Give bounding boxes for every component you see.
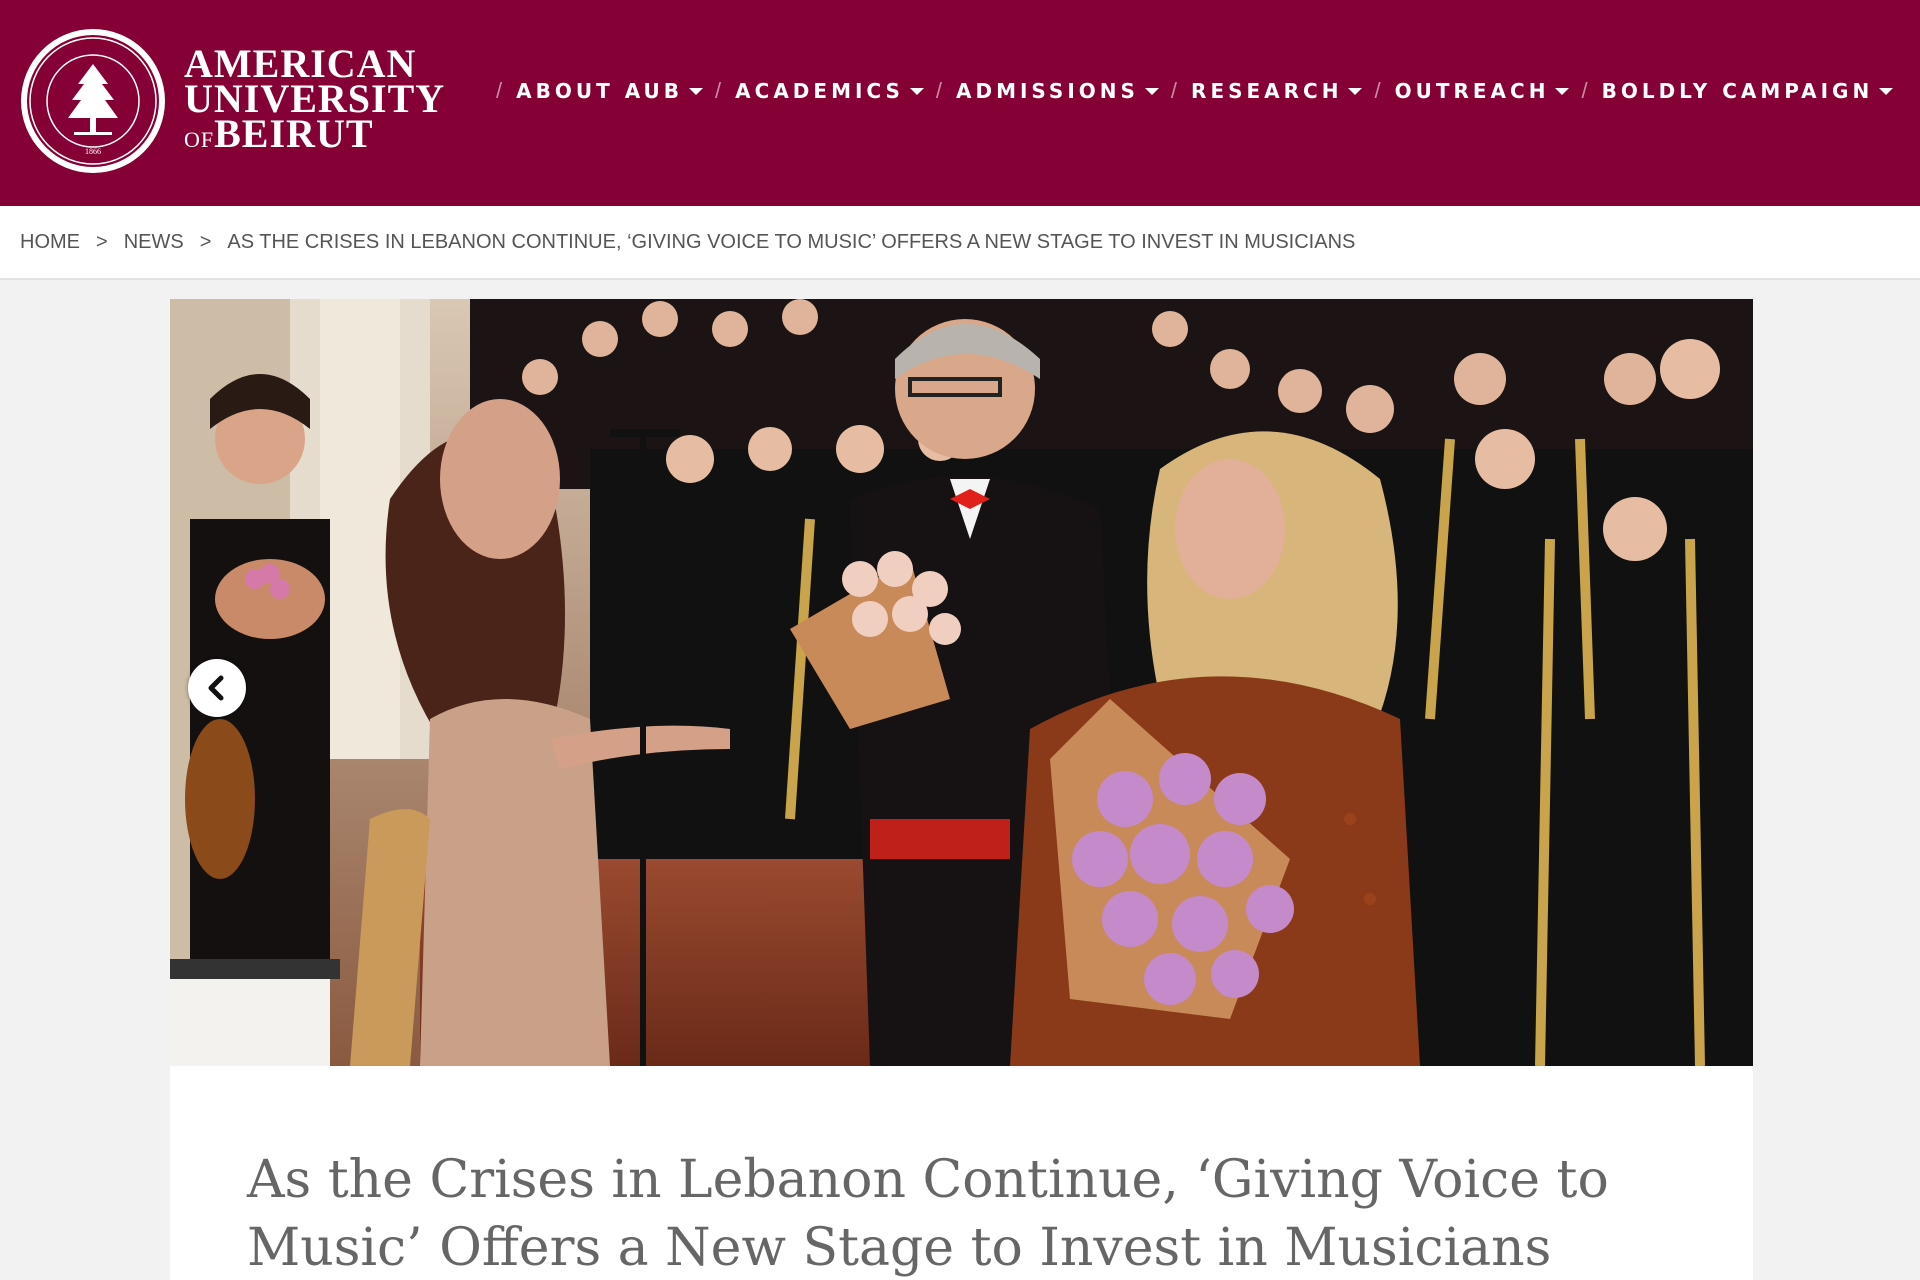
nav-item-boldly-campaign[interactable]: / BOLDLY CAMPAIGN (1577, 78, 1901, 104)
nav-divider: / (1581, 78, 1588, 103)
caret-down-icon (909, 87, 924, 95)
nav-label: ADMISSIONS (956, 79, 1139, 103)
caret-down-icon (1555, 87, 1570, 95)
nav-item-about[interactable]: / ABOUT AUB (492, 78, 711, 104)
caret-down-icon (1348, 87, 1363, 95)
breadcrumb-current: AS THE CRISES IN LEBANON CONTINUE, ‘GIVI… (227, 230, 1356, 253)
nav-divider: / (1170, 78, 1178, 103)
nav-label: ACADEMICS (735, 79, 904, 103)
site-header: 1866 AMERICAN UNIVERSITY OFBEIRUT / ABOU… (0, 0, 1920, 206)
nav-item-academics[interactable]: / ACADEMICS (711, 78, 932, 104)
nav-divider: / (715, 78, 722, 103)
aub-logo[interactable]: 1866 AMERICAN UNIVERSITY OFBEIRUT (18, 26, 445, 176)
nav-label: OUTREACH (1394, 79, 1550, 103)
nav-label: ABOUT AUB (516, 79, 684, 103)
hero-slider (170, 299, 1753, 1066)
nav-divider: / (1374, 78, 1381, 103)
article-title: As the Crises in Lebanon Continue, ‘Givi… (247, 1150, 1609, 1278)
main-nav: / ABOUT AUB / ACADEMICS / ADMISSIONS / R… (492, 78, 1901, 104)
breadcrumb-separator: > (96, 230, 108, 253)
breadcrumb-separator: > (199, 230, 212, 253)
breadcrumb: HOME > NEWS > AS THE CRISES IN LEBANON C… (0, 206, 1920, 280)
wordmark: AMERICAN UNIVERSITY OFBEIRUT (184, 43, 445, 157)
nav-item-admissions[interactable]: / ADMISSIONS (932, 78, 1167, 104)
hero-photo (170, 299, 1753, 1066)
aub-seal-icon: 1866 (21, 29, 165, 173)
nav-label: RESEARCH (1191, 79, 1343, 103)
breadcrumb-news-link[interactable]: NEWS (124, 231, 184, 254)
caret-down-icon (1144, 87, 1159, 95)
nav-item-research[interactable]: / RESEARCH (1167, 78, 1371, 104)
nav-divider: / (496, 78, 503, 103)
breadcrumb-home-link[interactable]: HOME (20, 231, 80, 254)
article-card: As the Crises in Lebanon Continue, ‘Givi… (170, 1066, 1753, 1280)
slider-prev-button[interactable] (188, 659, 246, 717)
nav-divider: / (935, 78, 942, 103)
svg-text:1866: 1866 (85, 147, 101, 156)
caret-down-icon (1879, 87, 1894, 95)
nav-item-outreach[interactable]: / OUTREACH (1370, 78, 1577, 104)
caret-down-icon (689, 87, 704, 95)
chevron-left-icon (208, 675, 224, 701)
wordmark-of: OF (184, 126, 215, 152)
nav-label: BOLDLY CAMPAIGN (1601, 79, 1874, 103)
wordmark-line3: BEIRUT (214, 110, 374, 156)
